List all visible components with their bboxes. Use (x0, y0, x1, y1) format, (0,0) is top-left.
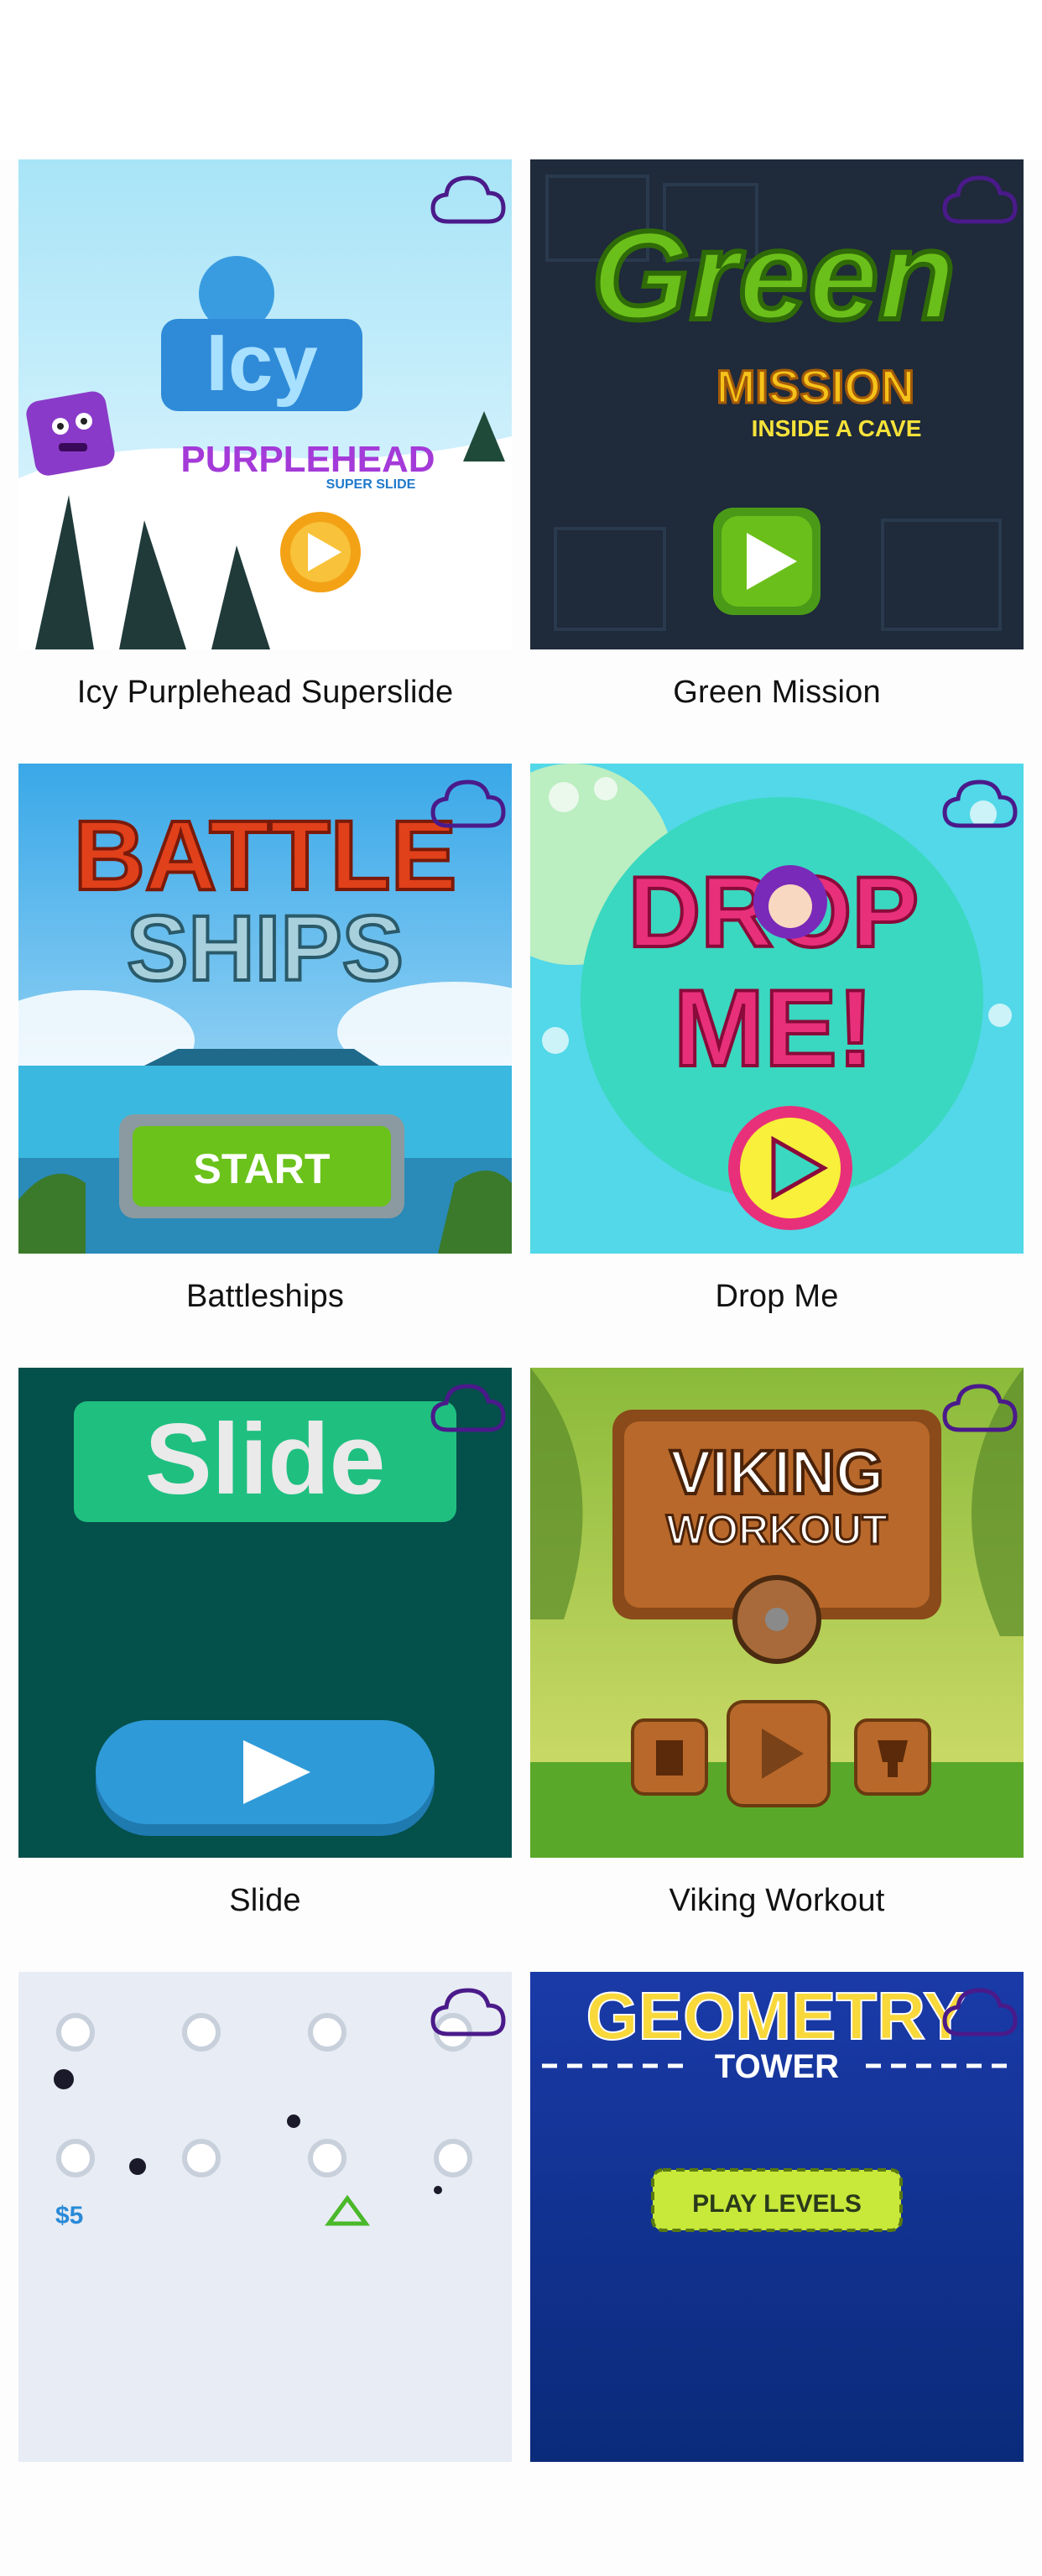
purple-monster (753, 865, 827, 939)
play-button (727, 1700, 831, 1807)
battleships-artwork: BATTLE SHIPS START (18, 764, 512, 1254)
viking-workout-artwork: VIKING WORKOUT (530, 1368, 1024, 1858)
cloud-download-icon[interactable] (941, 171, 1019, 227)
purple-character (26, 391, 115, 476)
game-tile-viking-workout[interactable]: VIKING WORKOUT Viking Workout (530, 1368, 1024, 1972)
green-mission-artwork: Green MISSION INSIDE A CAVE (530, 159, 1024, 649)
game-title: Viking Workout (669, 1883, 885, 1918)
play-levels-button: PLAY LEVELS (651, 2168, 903, 2232)
game-title: Icy Purplehead Superslide (76, 675, 454, 710)
art-subtitle: ME! (674, 967, 873, 1089)
art-title: VIKING (670, 1437, 884, 1507)
game-tile-slide[interactable]: Slide Slide (18, 1368, 512, 1972)
game-grid: Icy PURPLEHEAD SUPER SLIDE Icy Purplehea… (0, 0, 1042, 2462)
cloud-download-icon[interactable] (430, 1379, 507, 1435)
cloud-download-icon[interactable] (430, 775, 507, 831)
game-thumbnail[interactable]: BATTLE SHIPS START (18, 764, 512, 1254)
game-thumbnail[interactable]: Green MISSION INSIDE A CAVE (530, 159, 1024, 649)
art-title: Icy (206, 318, 317, 408)
trophy-button (854, 1718, 931, 1796)
shield-icon (732, 1575, 821, 1664)
game-tile-geometry-tower[interactable]: GEOMETRY TOWER PLAY LEVELS (530, 1972, 1024, 2576)
game-tile-drop-me[interactable]: DROP ME! Drop Me (530, 764, 1024, 1368)
drop-me-artwork: DROP ME! (530, 764, 1024, 1254)
art-subtitle: TOWER (715, 2048, 839, 2085)
game-thumbnail[interactable]: $5 (18, 1972, 512, 2462)
art-subtitle: PURPLEHEAD (180, 439, 435, 480)
cloud-download-icon[interactable] (941, 1984, 1019, 2039)
art-subtitle: MISSION (716, 360, 914, 413)
start-button: START (119, 1114, 404, 1218)
art-tagline: INSIDE A CAVE (752, 415, 922, 441)
art-subtitle: WORKOUT (666, 1506, 888, 1553)
art-title: Slide (145, 1403, 386, 1515)
game-tile-battleships[interactable]: BATTLE SHIPS START Battleships (18, 764, 512, 1368)
play-icon (713, 508, 821, 615)
game-thumbnail[interactable]: Slide (18, 1368, 512, 1858)
cloud-download-icon[interactable] (941, 775, 1019, 831)
slide-artwork: Slide (18, 1368, 512, 1858)
geometry-tower-artwork: GEOMETRY TOWER PLAY LEVELS (530, 1972, 1024, 2462)
art-title: GEOMETRY (586, 1979, 968, 2053)
art-title: Green (591, 205, 956, 346)
art-subtitle: SHIPS (127, 897, 404, 1000)
game-title: Drop Me (715, 1279, 839, 1314)
art-title: BATTLE (74, 800, 457, 911)
game-tile-green-mission[interactable]: Green MISSION INSIDE A CAVE Green Missio… (530, 159, 1024, 764)
play-icon (728, 1106, 852, 1230)
cloud-download-icon[interactable] (941, 1379, 1019, 1435)
game-tile-icy-purplehead[interactable]: Icy PURPLEHEAD SUPER SLIDE Icy Purplehea… (18, 159, 512, 764)
cloud-download-icon[interactable] (430, 171, 507, 227)
game-thumbnail[interactable]: VIKING WORKOUT (530, 1368, 1024, 1858)
icy-purplehead-artwork: Icy PURPLEHEAD SUPER SLIDE (18, 159, 512, 649)
play-button (96, 1720, 435, 1836)
art-price: $5 (55, 2202, 83, 2229)
cloud-download-icon[interactable] (430, 1984, 507, 2039)
game-title: Battleships (185, 1279, 345, 1314)
game-title: Slide (229, 1883, 301, 1918)
game-thumbnail[interactable]: GEOMETRY TOWER PLAY LEVELS (530, 1972, 1024, 2462)
play-icon (280, 512, 361, 592)
game-tile-dots[interactable]: $5 (18, 1972, 512, 2576)
dots-game-artwork: $5 (18, 1972, 512, 2462)
game-thumbnail[interactable]: DROP ME! (530, 764, 1024, 1254)
art-button-label: PLAY LEVELS (692, 2190, 862, 2218)
trash-button (631, 1718, 708, 1796)
game-thumbnail[interactable]: Icy PURPLEHEAD SUPER SLIDE (18, 159, 512, 649)
art-button-label: START (194, 1145, 331, 1192)
art-badge: SUPER SLIDE (326, 477, 416, 492)
game-title: Green Mission (673, 675, 881, 710)
